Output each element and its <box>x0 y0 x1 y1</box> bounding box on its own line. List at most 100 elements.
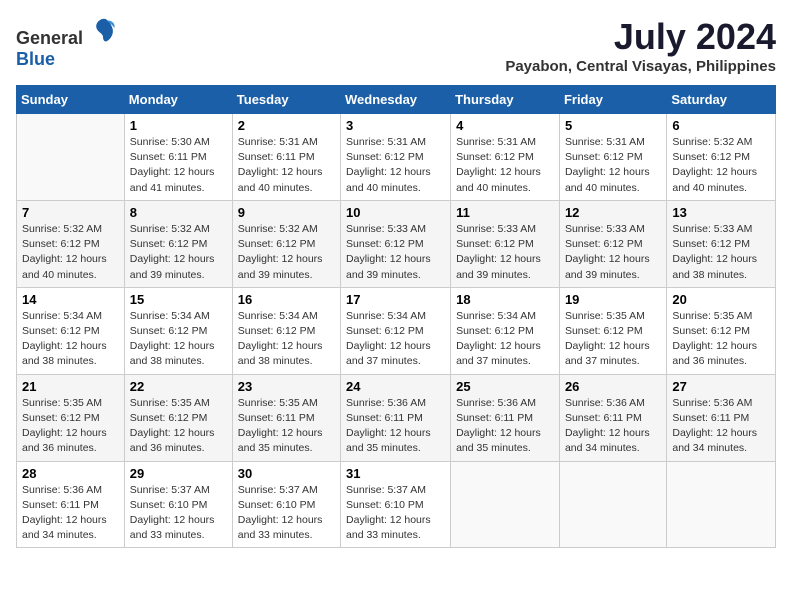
day-info: Sunrise: 5:33 AMSunset: 6:12 PMDaylight:… <box>565 222 661 283</box>
header: General Blue July 2024 Payabon, Central … <box>16 16 776 75</box>
title-area: July 2024 Payabon, Central Visayas, Phil… <box>505 16 776 75</box>
calendar-cell: 6 Sunrise: 5:32 AMSunset: 6:12 PMDaylight… <box>667 114 776 201</box>
day-info: Sunrise: 5:34 AMSunset: 6:12 PMDaylight:… <box>238 309 335 370</box>
calendar-cell: 28 Sunrise: 5:36 AMSunset: 6:11 PMDayligh… <box>17 461 125 548</box>
calendar-cell: 27Sunrise: 5:36 AMSunset: 6:11 PMDayligh… <box>667 374 776 461</box>
day-info: Sunrise: 5:32 AMSunset: 6:12 PMDaylight:… <box>238 222 335 283</box>
day-number: 23 <box>238 379 335 394</box>
day-info: Sunrise: 5:30 AMSunset: 6:11 PMDaylight:… <box>130 135 227 196</box>
day-info: Sunrise: 5:37 AMSunset: 6:10 PMDaylight:… <box>346 483 445 544</box>
column-header-wednesday: Wednesday <box>341 86 451 114</box>
day-number: 13 <box>672 205 770 220</box>
day-number: 5 <box>565 118 661 133</box>
calendar-cell <box>559 461 666 548</box>
calendar-cell: 13 Sunrise: 5:33 AMSunset: 6:12 PMDayligh… <box>667 200 776 287</box>
day-number: 4 <box>456 118 554 133</box>
day-info: Sunrise: 5:31 AMSunset: 6:12 PMDaylight:… <box>565 135 661 196</box>
day-number: 14 <box>22 292 119 307</box>
day-info: Sunrise: 5:33 AMSunset: 6:12 PMDaylight:… <box>456 222 554 283</box>
day-info: Sunrise: 5:35 AMSunset: 6:12 PMDaylight:… <box>130 396 227 457</box>
day-number: 3 <box>346 118 445 133</box>
day-info: Sunrise: 5:31 AMSunset: 6:11 PMDaylight:… <box>238 135 335 196</box>
column-header-thursday: Thursday <box>451 86 560 114</box>
column-header-friday: Friday <box>559 86 666 114</box>
day-number: 12 <box>565 205 661 220</box>
day-info: Sunrise: 5:35 AMSunset: 6:11 PMDaylight:… <box>238 396 335 457</box>
calendar-cell: 23 Sunrise: 5:35 AMSunset: 6:11 PMDayligh… <box>232 374 340 461</box>
day-info: Sunrise: 5:33 AMSunset: 6:12 PMDaylight:… <box>672 222 770 283</box>
logo-bird-icon <box>90 16 118 44</box>
day-number: 7 <box>22 205 119 220</box>
day-info: Sunrise: 5:37 AMSunset: 6:10 PMDaylight:… <box>130 483 227 544</box>
day-number: 21 <box>22 379 119 394</box>
day-number: 16 <box>238 292 335 307</box>
day-info: Sunrise: 5:34 AMSunset: 6:12 PMDaylight:… <box>456 309 554 370</box>
calendar-cell: 12 Sunrise: 5:33 AMSunset: 6:12 PMDayligh… <box>559 200 666 287</box>
calendar-cell: 10Sunrise: 5:33 AMSunset: 6:12 PMDayligh… <box>341 200 451 287</box>
day-info: Sunrise: 5:31 AMSunset: 6:12 PMDaylight:… <box>346 135 445 196</box>
day-info: Sunrise: 5:32 AMSunset: 6:12 PMDaylight:… <box>672 135 770 196</box>
day-number: 24 <box>346 379 445 394</box>
logo-blue-text: Blue <box>16 49 55 69</box>
day-number: 6 <box>672 118 770 133</box>
calendar-cell: 2 Sunrise: 5:31 AMSunset: 6:11 PMDaylight… <box>232 114 340 201</box>
logo-general-text: General <box>16 28 83 48</box>
calendar-cell: 24 Sunrise: 5:36 AMSunset: 6:11 PMDayligh… <box>341 374 451 461</box>
day-number: 20 <box>672 292 770 307</box>
day-info: Sunrise: 5:36 AMSunset: 6:11 PMDaylight:… <box>22 483 119 544</box>
day-info: Sunrise: 5:36 AMSunset: 6:11 PMDaylight:… <box>672 396 770 457</box>
calendar-cell: 8 Sunrise: 5:32 AMSunset: 6:12 PMDaylight… <box>124 200 232 287</box>
day-number: 22 <box>130 379 227 394</box>
calendar-cell: 5 Sunrise: 5:31 AMSunset: 6:12 PMDaylight… <box>559 114 666 201</box>
logo: General Blue <box>16 16 118 70</box>
calendar-cell: 25Sunrise: 5:36 AMSunset: 6:11 PMDayligh… <box>451 374 560 461</box>
calendar-cell <box>451 461 560 548</box>
calendar-cell: 31 Sunrise: 5:37 AMSunset: 6:10 PMDayligh… <box>341 461 451 548</box>
calendar-cell: 26Sunrise: 5:36 AMSunset: 6:11 PMDayligh… <box>559 374 666 461</box>
day-number: 9 <box>238 205 335 220</box>
column-header-monday: Monday <box>124 86 232 114</box>
column-header-saturday: Saturday <box>667 86 776 114</box>
day-info: Sunrise: 5:36 AMSunset: 6:11 PMDaylight:… <box>346 396 445 457</box>
day-info: Sunrise: 5:34 AMSunset: 6:12 PMDaylight:… <box>22 309 119 370</box>
calendar-cell: 4 Sunrise: 5:31 AMSunset: 6:12 PMDaylight… <box>451 114 560 201</box>
day-info: Sunrise: 5:31 AMSunset: 6:12 PMDaylight:… <box>456 135 554 196</box>
day-number: 31 <box>346 466 445 481</box>
calendar-cell: 29 Sunrise: 5:37 AMSunset: 6:10 PMDayligh… <box>124 461 232 548</box>
day-number: 1 <box>130 118 227 133</box>
calendar-cell: 3 Sunrise: 5:31 AMSunset: 6:12 PMDaylight… <box>341 114 451 201</box>
day-number: 28 <box>22 466 119 481</box>
day-info: Sunrise: 5:34 AMSunset: 6:12 PMDaylight:… <box>346 309 445 370</box>
day-info: Sunrise: 5:37 AMSunset: 6:10 PMDaylight:… <box>238 483 335 544</box>
calendar-cell: 22 Sunrise: 5:35 AMSunset: 6:12 PMDayligh… <box>124 374 232 461</box>
day-number: 18 <box>456 292 554 307</box>
day-number: 26 <box>565 379 661 394</box>
calendar-cell: 7 Sunrise: 5:32 AMSunset: 6:12 PMDaylight… <box>17 200 125 287</box>
calendar-cell: 30Sunrise: 5:37 AMSunset: 6:10 PMDayligh… <box>232 461 340 548</box>
day-number: 29 <box>130 466 227 481</box>
column-header-tuesday: Tuesday <box>232 86 340 114</box>
calendar-cell: 15 Sunrise: 5:34 AMSunset: 6:12 PMDayligh… <box>124 287 232 374</box>
day-info: Sunrise: 5:35 AMSunset: 6:12 PMDaylight:… <box>565 309 661 370</box>
day-info: Sunrise: 5:35 AMSunset: 6:12 PMDaylight:… <box>22 396 119 457</box>
day-number: 10 <box>346 205 445 220</box>
day-number: 25 <box>456 379 554 394</box>
calendar-cell: 20 Sunrise: 5:35 AMSunset: 6:12 PMDayligh… <box>667 287 776 374</box>
day-info: Sunrise: 5:34 AMSunset: 6:12 PMDaylight:… <box>130 309 227 370</box>
day-info: Sunrise: 5:32 AMSunset: 6:12 PMDaylight:… <box>130 222 227 283</box>
calendar-cell: 18 Sunrise: 5:34 AMSunset: 6:12 PMDayligh… <box>451 287 560 374</box>
day-number: 17 <box>346 292 445 307</box>
calendar-cell: 14 Sunrise: 5:34 AMSunset: 6:12 PMDayligh… <box>17 287 125 374</box>
calendar-cell <box>667 461 776 548</box>
day-number: 15 <box>130 292 227 307</box>
month-year-title: July 2024 <box>505 16 776 58</box>
calendar-cell: 1 Sunrise: 5:30 AMSunset: 6:11 PMDaylight… <box>124 114 232 201</box>
day-number: 2 <box>238 118 335 133</box>
day-info: Sunrise: 5:35 AMSunset: 6:12 PMDaylight:… <box>672 309 770 370</box>
day-number: 8 <box>130 205 227 220</box>
day-info: Sunrise: 5:32 AMSunset: 6:12 PMDaylight:… <box>22 222 119 283</box>
calendar-cell: 9 Sunrise: 5:32 AMSunset: 6:12 PMDaylight… <box>232 200 340 287</box>
calendar-cell: 19Sunrise: 5:35 AMSunset: 6:12 PMDayligh… <box>559 287 666 374</box>
column-header-sunday: Sunday <box>17 86 125 114</box>
calendar-cell: 17 Sunrise: 5:34 AMSunset: 6:12 PMDayligh… <box>341 287 451 374</box>
